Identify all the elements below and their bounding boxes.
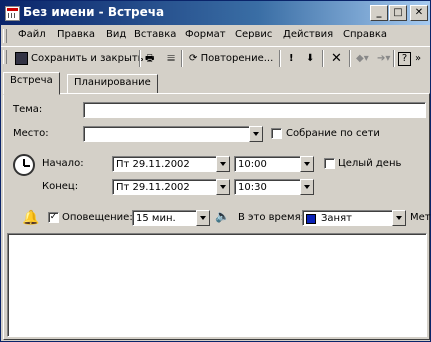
menu-edit[interactable]: Правка xyxy=(57,29,95,40)
toolbar-separator xyxy=(279,50,281,67)
save-icon xyxy=(15,51,28,65)
all-day-checkbox[interactable] xyxy=(324,158,335,169)
window-title: Без имени - Встреча xyxy=(23,5,165,19)
recurrence-button[interactable]: ⟳ Повторение... xyxy=(189,50,273,67)
toolbar-overflow-icon[interactable]: » xyxy=(415,50,421,67)
start-time-dropdown[interactable] xyxy=(300,156,314,172)
all-day-label: Целый день xyxy=(338,158,402,169)
toolbar-separator xyxy=(393,50,395,67)
save-close-button[interactable]: Сохранить и закрыть xyxy=(15,50,144,67)
menu-tools[interactable]: Сервис xyxy=(235,29,272,40)
toolbar-separator xyxy=(322,50,324,67)
print-icon[interactable]: 🖶 xyxy=(145,50,154,67)
label-field-label: Мет xyxy=(410,212,431,223)
previous-item-icon[interactable]: ◆▾ xyxy=(356,50,369,67)
online-meeting-checkbox[interactable] xyxy=(271,128,282,139)
importance-high-icon[interactable]: ! xyxy=(289,50,294,67)
tab-appointment[interactable]: Встреча xyxy=(3,72,60,95)
tab-scheduling[interactable]: Планирование xyxy=(67,74,158,94)
help-button[interactable]: ? xyxy=(398,52,411,66)
reminder-dropdown[interactable] xyxy=(196,210,210,226)
tab-strip: Встреча Планирование xyxy=(1,71,430,95)
show-time-as-dropdown[interactable] xyxy=(392,210,406,226)
appointment-window: Без имени - Встреча _ □ ✕ Файл Правка Ви… xyxy=(0,0,431,342)
subject-label: Тема: xyxy=(13,104,43,115)
subject-input[interactable] xyxy=(83,102,426,118)
notes-textarea[interactable] xyxy=(7,233,427,337)
location-input[interactable] xyxy=(83,126,263,142)
menu-insert[interactable]: Вставка xyxy=(134,29,176,40)
menu-format[interactable]: Формат xyxy=(185,29,226,40)
minimize-button[interactable]: _ xyxy=(370,5,388,21)
menu-file[interactable]: Файл xyxy=(18,29,46,40)
online-meeting-label: Собрание по сети xyxy=(286,128,380,139)
toolbar-separator xyxy=(139,50,141,67)
start-date-dropdown[interactable] xyxy=(216,156,230,172)
end-date-input[interactable]: Пт 29.11.2002 xyxy=(112,179,230,195)
save-close-label: Сохранить и закрыть xyxy=(31,53,144,64)
show-time-as-label: В это время: xyxy=(238,212,304,223)
menu-grip xyxy=(3,29,7,43)
menu-bar: Файл Правка Вид Вставка Формат Сервис Де… xyxy=(1,26,430,45)
end-label: Конец: xyxy=(42,181,79,192)
appointment-icon xyxy=(5,6,20,21)
reminder-label: Оповещение: xyxy=(62,212,133,223)
menu-actions[interactable]: Действия xyxy=(283,29,333,40)
clock-icon xyxy=(13,154,35,176)
importance-low-icon[interactable]: ⬇ xyxy=(306,50,314,67)
maximize-button[interactable]: □ xyxy=(389,5,407,21)
menu-help[interactable]: Справка xyxy=(343,29,387,40)
end-date-dropdown[interactable] xyxy=(216,179,230,195)
reminder-checkbox[interactable]: ✓ xyxy=(48,212,59,223)
title-bar[interactable]: Без имени - Встреча _ □ ✕ xyxy=(1,1,430,25)
menu-view[interactable]: Вид xyxy=(106,29,126,40)
location-label: Место: xyxy=(13,128,49,139)
toolbar-grip xyxy=(3,50,7,64)
recurrence-icon: ⟳ xyxy=(189,53,198,64)
start-date-input[interactable]: Пт 29.11.2002 xyxy=(112,156,230,172)
end-time-dropdown[interactable] xyxy=(300,179,314,195)
attach-icon[interactable]: 𝍣 xyxy=(167,50,175,67)
appointment-panel: Тема: Место: Собрание по сети Начало: Пт… xyxy=(3,93,431,340)
recurrence-label: Повторение... xyxy=(200,53,274,64)
toolbar: Сохранить и закрыть 🖶 𝍣 ⟳ Повторение... … xyxy=(1,46,430,70)
location-dropdown[interactable] xyxy=(249,126,263,142)
toolbar-separator xyxy=(349,50,351,67)
start-label: Начало: xyxy=(42,158,84,169)
busy-color-swatch xyxy=(306,214,316,224)
show-time-as-input[interactable]: Занят xyxy=(302,210,406,226)
close-button[interactable]: ✕ xyxy=(410,5,428,21)
next-item-icon[interactable]: ➔▾ xyxy=(377,50,390,67)
reminder-bell-icon: 🔔 xyxy=(22,210,40,226)
reminder-sound-icon[interactable]: 🔈 xyxy=(215,209,230,223)
show-time-as-value: Занят xyxy=(321,213,352,224)
toolbar-separator xyxy=(181,50,183,67)
delete-icon[interactable]: ✕ xyxy=(331,50,342,67)
